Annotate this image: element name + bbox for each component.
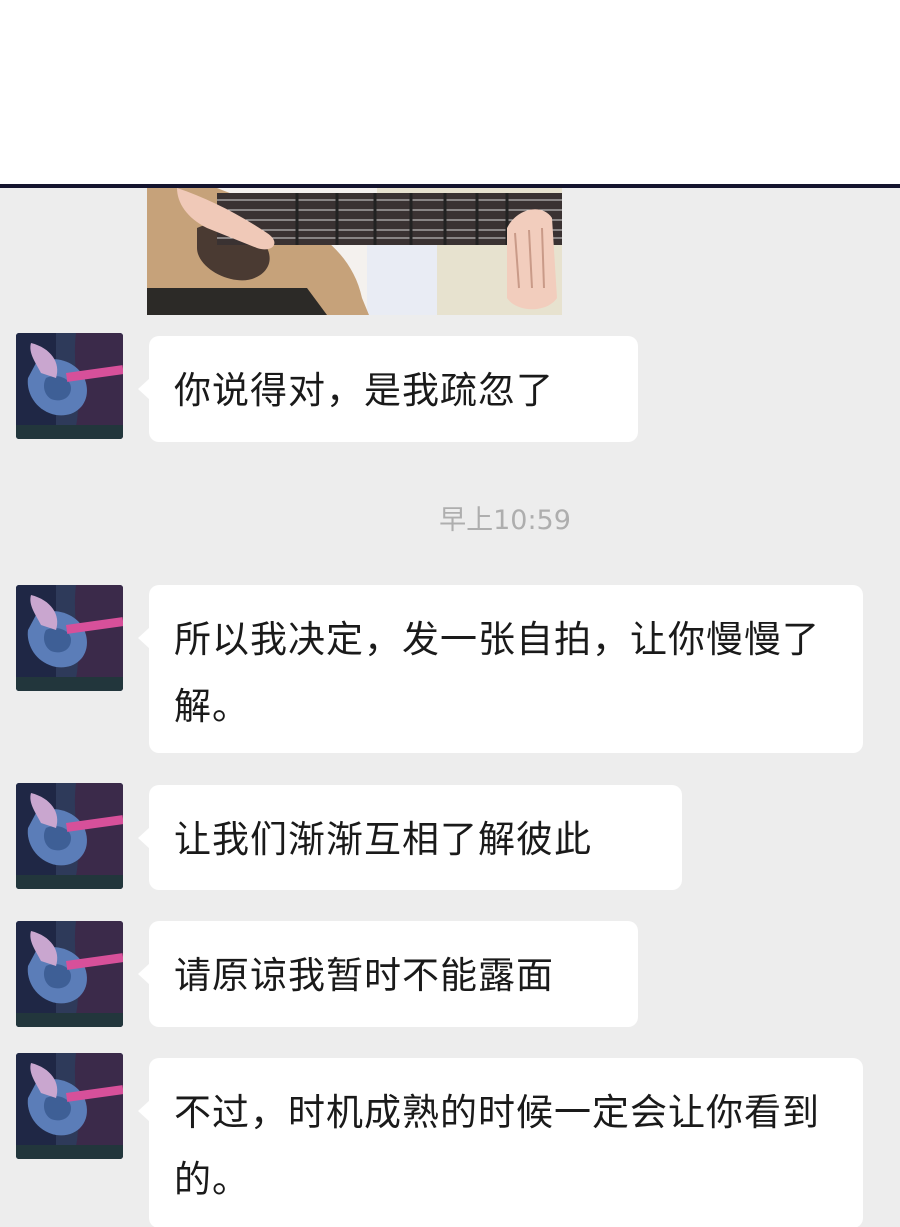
- chat-area[interactable]: 你说得对，是我疏忽了 早上10:59 所以我决定，发一张自拍，让你慢慢了解。 让…: [0, 188, 900, 1227]
- top-blank-panel: [0, 0, 900, 184]
- guitar-avatar-icon: [16, 585, 123, 691]
- message-text: 所以我决定，发一张自拍，让你慢慢了解。: [174, 618, 820, 728]
- message-text: 你说得对，是我疏忽了: [174, 369, 554, 412]
- message-text: 让我们渐渐互相了解彼此: [174, 818, 592, 861]
- image-message-guitar-photo[interactable]: [147, 188, 562, 315]
- avatar[interactable]: [16, 585, 123, 691]
- guitar-avatar-icon: [16, 1053, 123, 1159]
- message-bubble[interactable]: 让我们渐渐互相了解彼此: [138, 785, 682, 890]
- guitar-avatar-icon: [16, 333, 123, 439]
- guitar-avatar-icon: [16, 783, 123, 889]
- message-bubble[interactable]: 不过，时机成熟的时候一定会让你看到的。: [138, 1058, 863, 1227]
- avatar[interactable]: [16, 333, 123, 439]
- message-bubble[interactable]: 你说得对，是我疏忽了: [138, 336, 638, 442]
- timestamp: 早上10:59: [439, 505, 571, 536]
- avatar[interactable]: [16, 783, 123, 889]
- guitar-avatar-icon: [16, 921, 123, 1027]
- message-text: 请原谅我暂时不能露面: [174, 954, 554, 997]
- guitar-photo-image: [147, 188, 562, 315]
- avatar[interactable]: [16, 1053, 123, 1159]
- message-bubble[interactable]: 所以我决定，发一张自拍，让你慢慢了解。: [138, 585, 863, 753]
- avatar[interactable]: [16, 921, 123, 1027]
- message-text: 不过，时机成熟的时候一定会让你看到的。: [174, 1091, 820, 1201]
- message-bubble[interactable]: 请原谅我暂时不能露面: [138, 921, 638, 1027]
